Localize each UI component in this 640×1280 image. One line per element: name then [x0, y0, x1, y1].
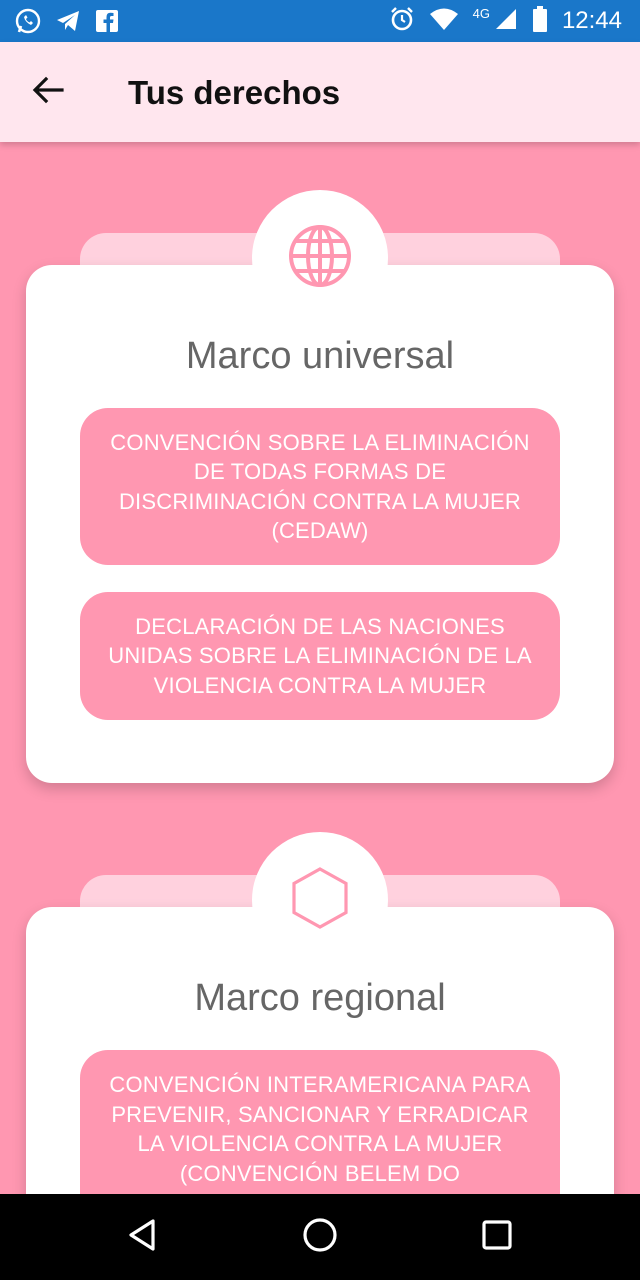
- page-title: Tus derechos: [128, 74, 341, 111]
- facebook-icon: [94, 8, 120, 39]
- card-marco-universal: Marco universal CONVENCIÓN SOBRE LA ELIM…: [26, 265, 614, 783]
- notification-icons: [14, 7, 120, 40]
- section-title: Marco universal: [185, 335, 455, 377]
- battery-icon: [532, 5, 548, 38]
- network-type: 4G: [472, 5, 490, 21]
- rights-content[interactable]: Marco universal CONVENCIÓN SOBRE LA ELIM…: [0, 142, 640, 1194]
- system-nav-bar: [0, 1194, 640, 1280]
- clock-time: 12:44: [561, 7, 622, 34]
- hexagon-icon: [289, 865, 351, 936]
- nav-recents-button[interactable]: [472, 1212, 522, 1262]
- whatsapp-icon: [14, 7, 42, 40]
- alarm-icon: [389, 6, 415, 37]
- signal-icon: [494, 7, 518, 36]
- globe-icon: [287, 223, 353, 294]
- nav-home-button[interactable]: [295, 1212, 345, 1262]
- home-circle-icon: [302, 1217, 338, 1258]
- section-title: Marco regional: [194, 977, 446, 1019]
- nav-back-button[interactable]: [117, 1212, 167, 1262]
- arrow-left-icon: [32, 76, 64, 109]
- wifi-icon: [429, 7, 459, 36]
- back-button[interactable]: [24, 70, 72, 114]
- back-triangle-icon: [127, 1218, 157, 1257]
- app-bar: Tus derechos: [0, 42, 640, 142]
- recents-square-icon: [481, 1219, 513, 1256]
- belem-do-para-button[interactable]: CONVENCIÓN INTERAMERICANA PARA PREVENIR,…: [80, 1050, 560, 1194]
- telegram-icon: [54, 7, 82, 40]
- declaracion-onu-button[interactable]: DECLARACIÓN DE LAS NACIONES UNIDAS SOBRE…: [80, 592, 560, 720]
- status-bar: 4G 12:44: [0, 0, 640, 42]
- section-badge: [252, 832, 388, 968]
- cedaw-button[interactable]: CONVENCIÓN SOBRE LA ELIMINACIÓN DE TODAS…: [80, 408, 560, 565]
- section-badge: [252, 190, 388, 326]
